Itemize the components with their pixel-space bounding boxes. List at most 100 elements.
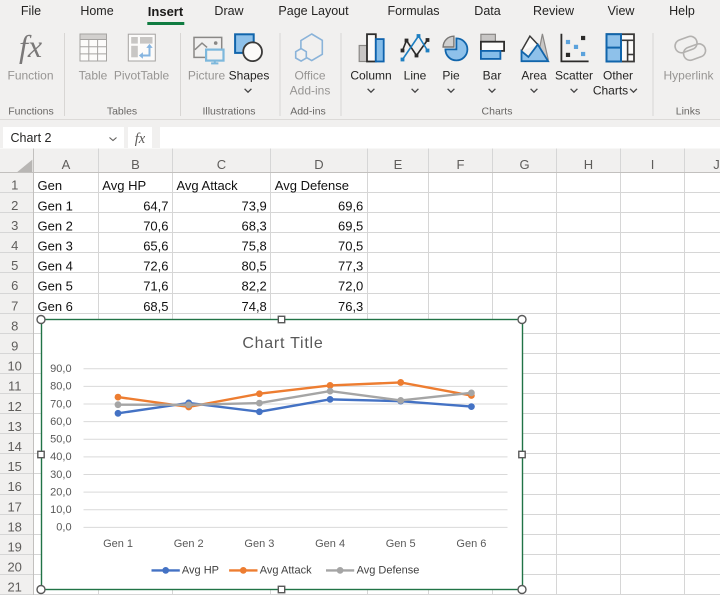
svg-text:60,0: 60,0 <box>50 416 71 428</box>
svg-text:0,0: 0,0 <box>56 522 71 534</box>
svg-text:fx: fx <box>19 28 42 64</box>
svg-text:Column: Column <box>350 69 391 83</box>
svg-text:74,8: 74,8 <box>241 299 266 314</box>
svg-text:72,6: 72,6 <box>143 259 168 274</box>
svg-text:70,0: 70,0 <box>50 398 71 410</box>
svg-text:Scatter: Scatter <box>555 69 593 83</box>
svg-text:68,5: 68,5 <box>143 299 168 314</box>
svg-text:Links: Links <box>676 106 701 118</box>
svg-text:9: 9 <box>11 339 18 354</box>
svg-text:76,3: 76,3 <box>338 299 363 314</box>
svg-text:11: 11 <box>8 379 22 394</box>
svg-text:Functions: Functions <box>8 106 54 118</box>
svg-text:E: E <box>394 157 403 172</box>
svg-text:Charts: Charts <box>593 84 628 98</box>
svg-text:Gen 4: Gen 4 <box>38 259 73 274</box>
svg-text:70,5: 70,5 <box>338 239 363 254</box>
svg-text:B: B <box>131 157 140 172</box>
svg-text:Gen 3: Gen 3 <box>38 239 73 254</box>
svg-text:73,9: 73,9 <box>241 198 266 213</box>
svg-text:3: 3 <box>11 218 18 233</box>
svg-text:Avg HP: Avg HP <box>102 178 146 193</box>
svg-text:13: 13 <box>7 419 21 434</box>
svg-text:20: 20 <box>7 560 21 575</box>
svg-text:Gen 5: Gen 5 <box>38 279 73 294</box>
svg-text:19: 19 <box>7 540 21 555</box>
svg-text:7: 7 <box>11 298 18 313</box>
svg-text:Pie: Pie <box>442 69 460 83</box>
svg-text:40,0: 40,0 <box>50 451 71 463</box>
svg-text:71,6: 71,6 <box>143 279 168 294</box>
svg-text:Gen 2: Gen 2 <box>174 538 204 550</box>
svg-text:A: A <box>62 157 71 172</box>
svg-text:PivotTable: PivotTable <box>114 69 170 83</box>
svg-text:Line: Line <box>404 69 427 83</box>
svg-text:Gen 5: Gen 5 <box>386 538 416 550</box>
svg-text:30,0: 30,0 <box>50 469 71 481</box>
svg-text:69,5: 69,5 <box>338 218 363 233</box>
svg-text:90,0: 90,0 <box>50 363 71 375</box>
svg-text:Tables: Tables <box>107 106 137 118</box>
svg-text:Illustrations: Illustrations <box>202 106 255 118</box>
svg-text:14: 14 <box>7 439 21 454</box>
svg-text:Shapes: Shapes <box>229 69 270 83</box>
svg-text:Gen 4: Gen 4 <box>315 538 345 550</box>
svg-text:8: 8 <box>11 318 18 333</box>
svg-text:Avg Defense: Avg Defense <box>275 178 349 193</box>
svg-text:80,0: 80,0 <box>50 381 71 393</box>
svg-text:10,0: 10,0 <box>50 504 71 516</box>
svg-text:Picture: Picture <box>188 69 226 83</box>
svg-text:J: J <box>713 157 720 172</box>
svg-text:65,6: 65,6 <box>143 239 168 254</box>
svg-text:Gen 2: Gen 2 <box>38 218 73 233</box>
svg-text:15: 15 <box>7 459 21 474</box>
svg-text:Bar: Bar <box>483 69 502 83</box>
svg-text:Gen 1: Gen 1 <box>38 198 73 213</box>
svg-text:6: 6 <box>11 278 18 293</box>
svg-text:2: 2 <box>11 198 18 213</box>
svg-text:20,0: 20,0 <box>50 486 71 498</box>
svg-text:82,2: 82,2 <box>241 279 266 294</box>
svg-text:4: 4 <box>11 238 18 253</box>
svg-text:C: C <box>217 157 226 172</box>
svg-text:75,8: 75,8 <box>241 239 266 254</box>
svg-text:D: D <box>314 157 323 172</box>
svg-text:12: 12 <box>7 399 21 414</box>
svg-text:Gen 6: Gen 6 <box>38 299 73 314</box>
svg-text:68,3: 68,3 <box>241 218 266 233</box>
svg-text:72,0: 72,0 <box>338 279 363 294</box>
svg-text:70,6: 70,6 <box>143 218 168 233</box>
svg-text:Area: Area <box>521 69 547 83</box>
svg-text:Function: Function <box>7 69 53 83</box>
svg-text:18: 18 <box>7 519 21 534</box>
svg-text:Avg Attack: Avg Attack <box>260 565 312 577</box>
svg-text:16: 16 <box>7 479 21 494</box>
svg-text:Office: Office <box>294 69 325 83</box>
svg-text:77,3: 77,3 <box>338 259 363 274</box>
svg-text:Gen 1: Gen 1 <box>103 538 133 550</box>
svg-text:21: 21 <box>7 580 21 595</box>
svg-text:10: 10 <box>7 359 21 374</box>
svg-text:Hyperlink: Hyperlink <box>663 69 714 83</box>
svg-text:Chart Title: Chart Title <box>242 335 323 352</box>
svg-text:Add-ins: Add-ins <box>290 106 326 118</box>
svg-text:Avg Attack: Avg Attack <box>177 178 239 193</box>
svg-text:Other: Other <box>603 69 633 83</box>
svg-text:H: H <box>584 157 593 172</box>
svg-text:64,7: 64,7 <box>143 198 168 213</box>
svg-text:Table: Table <box>79 69 108 83</box>
svg-text:I: I <box>651 157 655 172</box>
svg-text:fx: fx <box>134 131 145 147</box>
svg-text:Avg Defense: Avg Defense <box>357 565 420 577</box>
svg-text:Avg HP: Avg HP <box>182 565 219 577</box>
svg-text:1: 1 <box>11 178 18 193</box>
svg-text:Charts: Charts <box>482 106 513 118</box>
svg-text:17: 17 <box>7 499 21 514</box>
svg-text:5: 5 <box>11 258 18 273</box>
svg-text:50,0: 50,0 <box>50 434 71 446</box>
svg-text:G: G <box>519 157 529 172</box>
svg-text:Gen 3: Gen 3 <box>244 538 274 550</box>
svg-text:Gen: Gen <box>38 178 63 193</box>
svg-text:Gen 6: Gen 6 <box>456 538 486 550</box>
svg-text:69,6: 69,6 <box>338 198 363 213</box>
